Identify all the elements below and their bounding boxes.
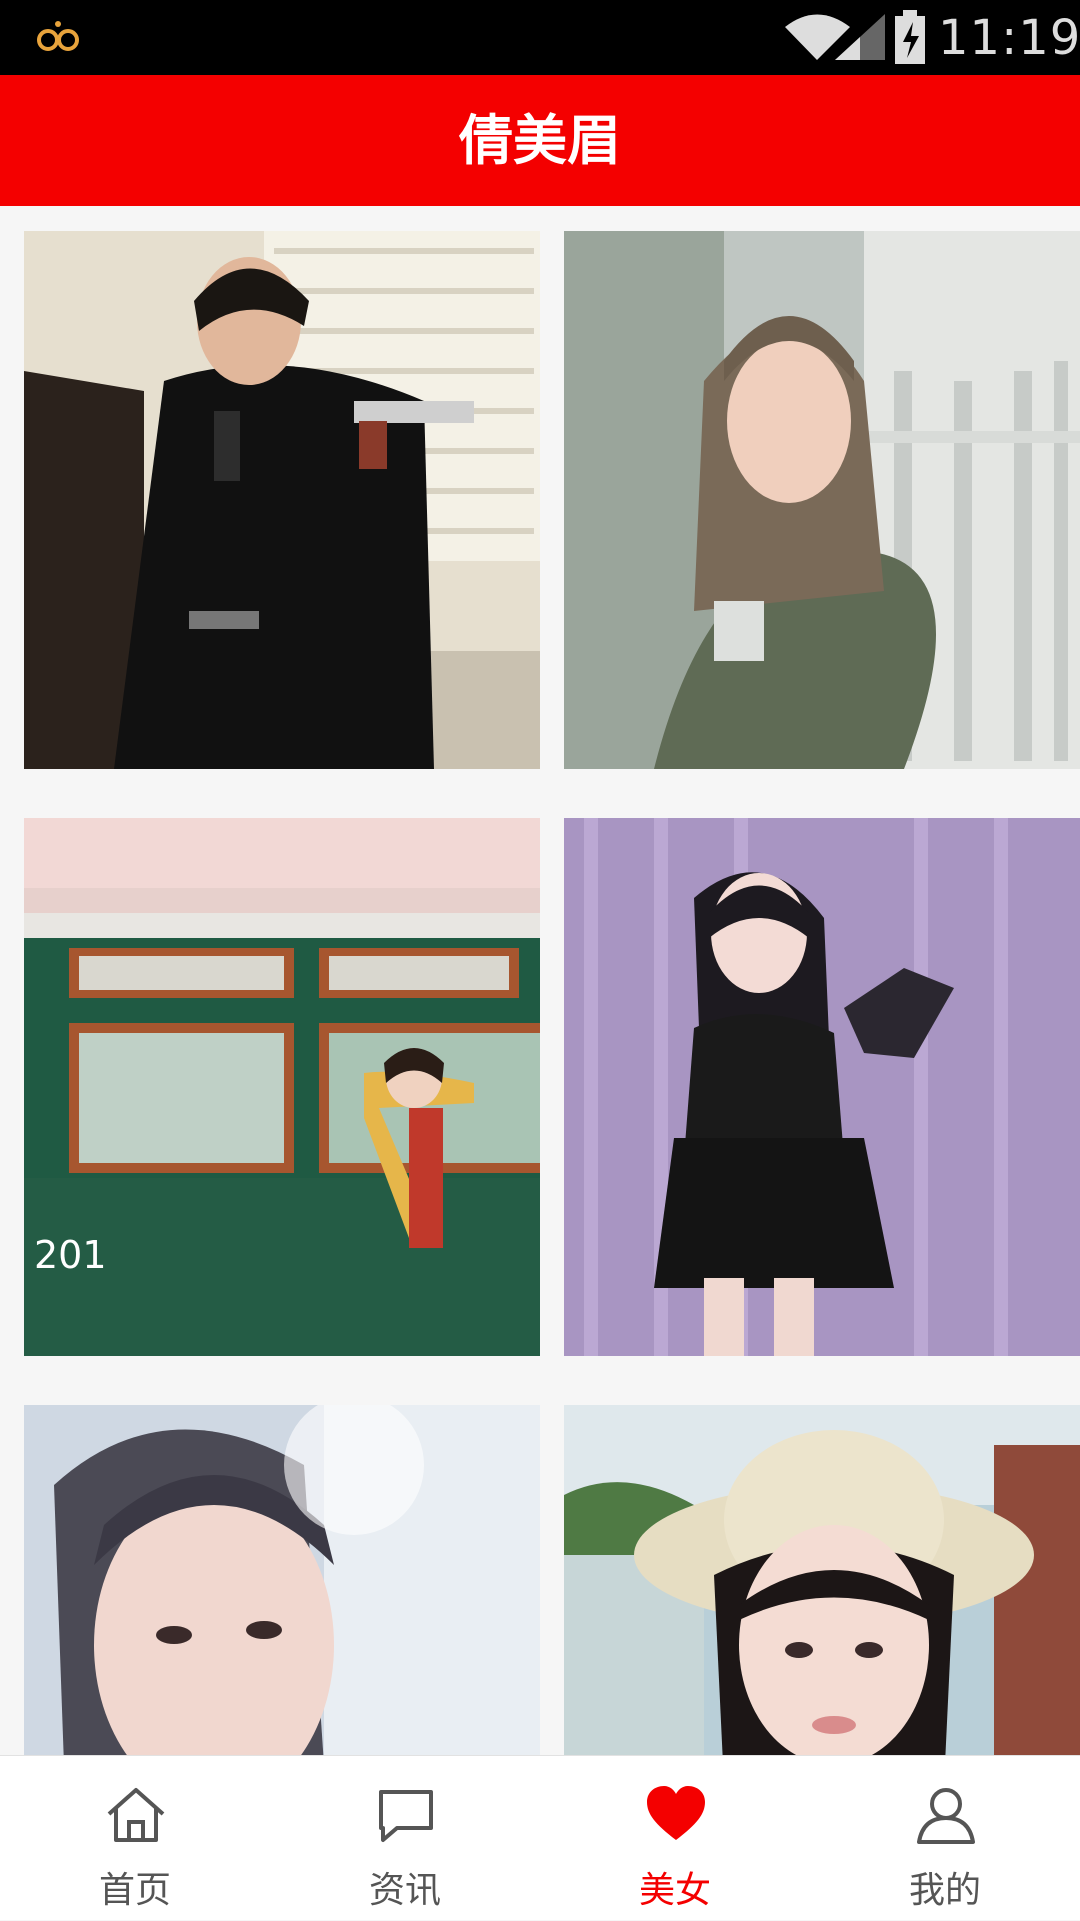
infinity-notification-icon — [37, 21, 79, 51]
user-icon — [917, 1788, 975, 1844]
bottom-tab-bar: 首页 资讯 美女 我的 — [0, 1755, 1080, 1920]
page-title: 倩美眉 — [459, 109, 621, 172]
tab-home[interactable]: 首页 — [0, 1756, 270, 1921]
heart-icon — [647, 1786, 705, 1840]
gallery-photo-4[interactable] — [564, 818, 1080, 1356]
svg-text:201: 201 — [34, 1233, 107, 1277]
chat-bubble-icon — [379, 1790, 433, 1842]
tab-beauty-label: 美女 — [638, 1870, 711, 1911]
gallery-photo-5[interactable] — [24, 1405, 540, 1755]
tab-home-label: 首页 — [98, 1870, 171, 1911]
gallery-photo-6[interactable] — [564, 1405, 1080, 1755]
battery-charging-icon — [895, 10, 925, 64]
gallery-scroll-area[interactable]: 201 — [0, 206, 1080, 1755]
gallery-photo-2[interactable] — [564, 231, 1080, 769]
status-bar: 11:19 — [0, 0, 1080, 75]
signal-icon — [835, 14, 885, 60]
tab-news[interactable]: 资讯 — [270, 1756, 540, 1921]
app-bar: 倩美眉 — [0, 75, 1080, 206]
tab-beauty[interactable]: 美女 — [540, 1756, 810, 1921]
tab-news-label: 资讯 — [368, 1870, 441, 1911]
gallery-photo-3[interactable]: 201 — [24, 818, 540, 1356]
gallery-photo-1[interactable] — [24, 231, 540, 769]
home-icon — [107, 1788, 165, 1842]
tab-mine[interactable]: 我的 — [810, 1756, 1080, 1921]
tab-mine-label: 我的 — [908, 1870, 981, 1911]
status-time: 11:19 — [938, 10, 1080, 66]
